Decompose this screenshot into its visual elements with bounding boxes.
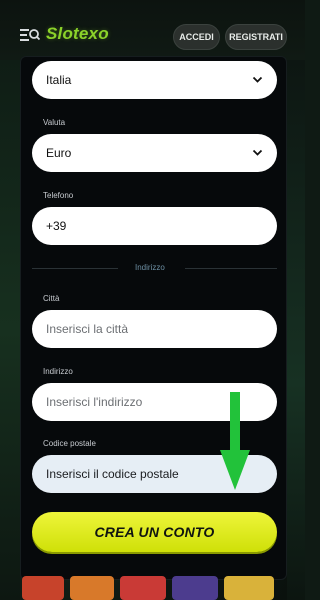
phone-field[interactable]: +39 <box>32 207 277 245</box>
postal-code-placeholder: Inserisci il codice postale <box>46 467 179 481</box>
section-divider-right <box>185 268 277 269</box>
menu-search-icon[interactable] <box>20 27 40 43</box>
section-divider-left <box>32 268 118 269</box>
background-decor-right <box>287 60 305 600</box>
top-bar: Slotexo ACCEDI REGISTRATI <box>0 0 305 60</box>
address-label: Indirizzo <box>43 367 73 376</box>
game-thumbnail[interactable] <box>22 576 64 600</box>
phone-value: +39 <box>46 219 67 233</box>
chevron-down-icon <box>252 149 263 156</box>
register-button[interactable]: REGISTRATI <box>225 24 287 50</box>
country-select[interactable]: Italia <box>32 61 277 99</box>
game-thumbnail[interactable] <box>70 576 114 600</box>
city-placeholder: Inserisci la città <box>46 322 129 336</box>
phone-label: Telefono <box>43 191 74 200</box>
city-label: Città <box>43 294 60 303</box>
address-section-title: Indirizzo <box>135 263 165 272</box>
currency-label: Valuta <box>43 118 66 127</box>
city-field[interactable]: Inserisci la città <box>32 310 277 348</box>
registration-screen: Slotexo ACCEDI REGISTRATI Italia Valuta … <box>0 0 305 600</box>
postal-code-label: Codice postale <box>43 439 96 448</box>
game-thumbnail[interactable] <box>224 576 274 600</box>
game-thumbnail[interactable] <box>172 576 218 600</box>
game-thumbnail[interactable] <box>120 576 166 600</box>
currency-value: Euro <box>46 146 72 160</box>
site-logo[interactable]: Slotexo <box>46 24 109 44</box>
game-thumbnails-strip <box>0 576 305 600</box>
country-value: Italia <box>46 73 72 87</box>
create-account-button[interactable]: CREA UN CONTO <box>32 512 277 552</box>
address-placeholder: Inserisci l'indirizzo <box>46 395 143 409</box>
login-button[interactable]: ACCEDI <box>173 24 220 50</box>
create-account-label: CREA UN CONTO <box>94 524 215 540</box>
currency-select[interactable]: Euro <box>32 134 277 172</box>
background-decor-left <box>0 60 20 600</box>
chevron-down-icon <box>252 76 263 83</box>
arrow-down-icon <box>220 392 250 490</box>
